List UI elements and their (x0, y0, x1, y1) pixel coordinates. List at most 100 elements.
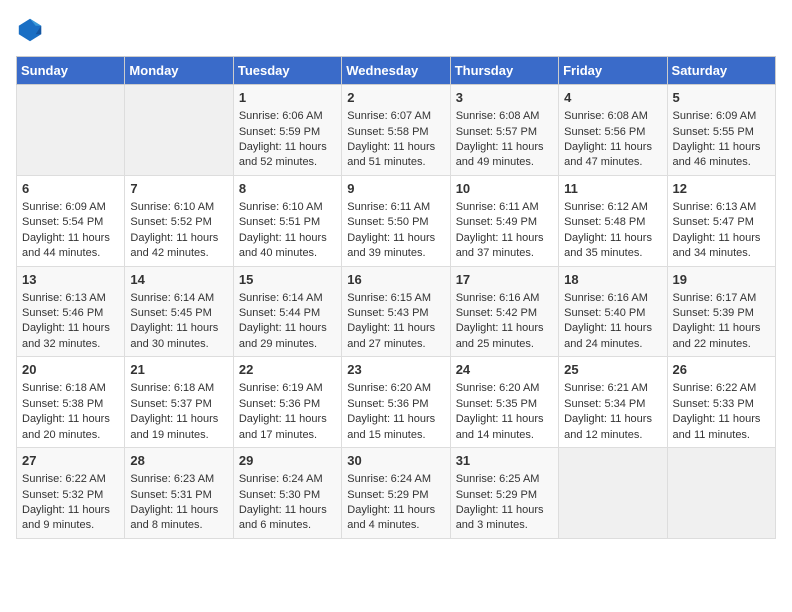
calendar-cell: 17Sunrise: 6:16 AMSunset: 5:42 PMDayligh… (450, 266, 558, 357)
sunset-text: Sunset: 5:51 PM (239, 215, 336, 230)
daylight-text: Daylight: 11 hours and 19 minutes. (130, 412, 227, 443)
day-number: 5 (673, 89, 770, 107)
day-number: 15 (239, 271, 336, 289)
sunrise-text: Sunrise: 6:22 AM (22, 472, 119, 487)
calendar-cell: 25Sunrise: 6:21 AMSunset: 5:34 PMDayligh… (559, 357, 667, 448)
calendar-cell: 5Sunrise: 6:09 AMSunset: 5:55 PMDaylight… (667, 85, 775, 176)
sunset-text: Sunset: 5:52 PM (130, 215, 227, 230)
sunset-text: Sunset: 5:40 PM (564, 306, 661, 321)
calendar-cell: 1 Sunrise: 6:06 AMSunset: 5:59 PMDaylight… (233, 85, 341, 176)
daylight-text: Daylight: 11 hours and 29 minutes. (239, 321, 336, 352)
sunset-text: Sunset: 5:31 PM (130, 488, 227, 503)
daylight-text: Daylight: 11 hours and 30 minutes. (130, 321, 227, 352)
sunrise-text: Sunrise: 6:20 AM (456, 381, 553, 396)
daylight-text: Daylight: 11 hours and 52 minutes. (239, 140, 336, 171)
calendar-cell: 13Sunrise: 6:13 AMSunset: 5:46 PMDayligh… (17, 266, 125, 357)
day-number: 24 (456, 361, 553, 379)
calendar-cell (559, 448, 667, 539)
day-number: 18 (564, 271, 661, 289)
sunset-text: Sunset: 5:30 PM (239, 488, 336, 503)
calendar-cell: 2Sunrise: 6:07 AMSunset: 5:58 PMDaylight… (342, 85, 450, 176)
sunrise-text: Sunrise: 6:09 AM (22, 200, 119, 215)
calendar-cell: 9Sunrise: 6:11 AMSunset: 5:50 PMDaylight… (342, 175, 450, 266)
calendar-table: SundayMondayTuesdayWednesdayThursdayFrid… (16, 56, 776, 539)
calendar-cell: 24Sunrise: 6:20 AMSunset: 5:35 PMDayligh… (450, 357, 558, 448)
daylight-text: Daylight: 11 hours and 8 minutes. (130, 503, 227, 534)
day-number: 13 (22, 271, 119, 289)
calendar-week-1: 6Sunrise: 6:09 AMSunset: 5:54 PMDaylight… (17, 175, 776, 266)
daylight-text: Daylight: 11 hours and 39 minutes. (347, 231, 444, 262)
sunrise-text: Sunrise: 6:16 AM (456, 291, 553, 306)
sunrise-text: Sunrise: 6:09 AM (673, 109, 770, 124)
sunrise-text: Sunrise: 6:24 AM (239, 472, 336, 487)
day-header-monday: Monday (125, 57, 233, 85)
day-header-friday: Friday (559, 57, 667, 85)
day-number: 4 (564, 89, 661, 107)
day-header-thursday: Thursday (450, 57, 558, 85)
day-number: 22 (239, 361, 336, 379)
daylight-text: Daylight: 11 hours and 42 minutes. (130, 231, 227, 262)
sunrise-text: Sunrise: 6:06 AM (239, 109, 336, 124)
sunset-text: Sunset: 5:29 PM (456, 488, 553, 503)
sunrise-text: Sunrise: 6:18 AM (130, 381, 227, 396)
day-header-tuesday: Tuesday (233, 57, 341, 85)
daylight-text: Daylight: 11 hours and 6 minutes. (239, 503, 336, 534)
daylight-text: Daylight: 11 hours and 24 minutes. (564, 321, 661, 352)
calendar-cell: 21Sunrise: 6:18 AMSunset: 5:37 PMDayligh… (125, 357, 233, 448)
day-number: 6 (22, 180, 119, 198)
calendar-cell: 29Sunrise: 6:24 AMSunset: 5:30 PMDayligh… (233, 448, 341, 539)
daylight-text: Daylight: 11 hours and 27 minutes. (347, 321, 444, 352)
calendar-cell (17, 85, 125, 176)
sunrise-text: Sunrise: 6:18 AM (22, 381, 119, 396)
day-number: 23 (347, 361, 444, 379)
sunset-text: Sunset: 5:48 PM (564, 215, 661, 230)
calendar-cell: 23Sunrise: 6:20 AMSunset: 5:36 PMDayligh… (342, 357, 450, 448)
daylight-text: Daylight: 11 hours and 4 minutes. (347, 503, 444, 534)
calendar-cell: 26Sunrise: 6:22 AMSunset: 5:33 PMDayligh… (667, 357, 775, 448)
sunrise-text: Sunrise: 6:10 AM (130, 200, 227, 215)
sunset-text: Sunset: 5:56 PM (564, 125, 661, 140)
day-number: 16 (347, 271, 444, 289)
calendar-cell: 14Sunrise: 6:14 AMSunset: 5:45 PMDayligh… (125, 266, 233, 357)
daylight-text: Daylight: 11 hours and 14 minutes. (456, 412, 553, 443)
sunrise-text: Sunrise: 6:23 AM (130, 472, 227, 487)
calendar-cell: 19Sunrise: 6:17 AMSunset: 5:39 PMDayligh… (667, 266, 775, 357)
daylight-text: Daylight: 11 hours and 49 minutes. (456, 140, 553, 171)
sunrise-text: Sunrise: 6:07 AM (347, 109, 444, 124)
sunset-text: Sunset: 5:46 PM (22, 306, 119, 321)
daylight-text: Daylight: 11 hours and 15 minutes. (347, 412, 444, 443)
sunrise-text: Sunrise: 6:24 AM (347, 472, 444, 487)
calendar-cell: 15Sunrise: 6:14 AMSunset: 5:44 PMDayligh… (233, 266, 341, 357)
sunset-text: Sunset: 5:43 PM (347, 306, 444, 321)
sunrise-text: Sunrise: 6:25 AM (456, 472, 553, 487)
sunrise-text: Sunrise: 6:19 AM (239, 381, 336, 396)
day-header-wednesday: Wednesday (342, 57, 450, 85)
calendar-cell: 16Sunrise: 6:15 AMSunset: 5:43 PMDayligh… (342, 266, 450, 357)
day-number: 8 (239, 180, 336, 198)
calendar-week-2: 13 Sunrise: 6:13 AMSunset: 5:46 PM Dayligh… (17, 266, 776, 357)
sunrise-text: Sunrise: 6:22 AM (673, 381, 770, 396)
day-number: 26 (673, 361, 770, 379)
day-number: 2 (347, 89, 444, 107)
day-number: 20 (22, 361, 119, 379)
sunset-text: Sunset: 5:36 PM (347, 397, 444, 412)
calendar-week-4: 27Sunrise: 6:22 AMSunset: 5:32 PMDayligh… (17, 448, 776, 539)
day-number: 1 (239, 89, 336, 107)
sunrise-text: Sunrise: 6:13 AM (22, 291, 119, 306)
sunrise-text: Sunrise: 6:16 AM (564, 291, 661, 306)
day-number: 10 (456, 180, 553, 198)
calendar-cell: 22Sunrise: 6:19 AMSunset: 5:36 PMDayligh… (233, 357, 341, 448)
day-number: 28 (130, 452, 227, 470)
sunrise-text: Sunrise: 6:11 AM (347, 200, 444, 215)
day-number: 27 (22, 452, 119, 470)
daylight-text: Daylight: 11 hours and 3 minutes. (456, 503, 553, 534)
sunset-text: Sunset: 5:45 PM (130, 306, 227, 321)
sunset-text: Sunset: 5:29 PM (347, 488, 444, 503)
sunrise-text: Sunrise: 6:08 AM (456, 109, 553, 124)
daylight-text: Daylight: 11 hours and 47 minutes. (564, 140, 661, 171)
day-number: 30 (347, 452, 444, 470)
daylight-text: Daylight: 11 hours and 37 minutes. (456, 231, 553, 262)
sunset-text: Sunset: 5:47 PM (673, 215, 770, 230)
daylight-text: Daylight: 11 hours and 12 minutes. (564, 412, 661, 443)
sunset-text: Sunset: 5:59 PM (239, 125, 336, 140)
